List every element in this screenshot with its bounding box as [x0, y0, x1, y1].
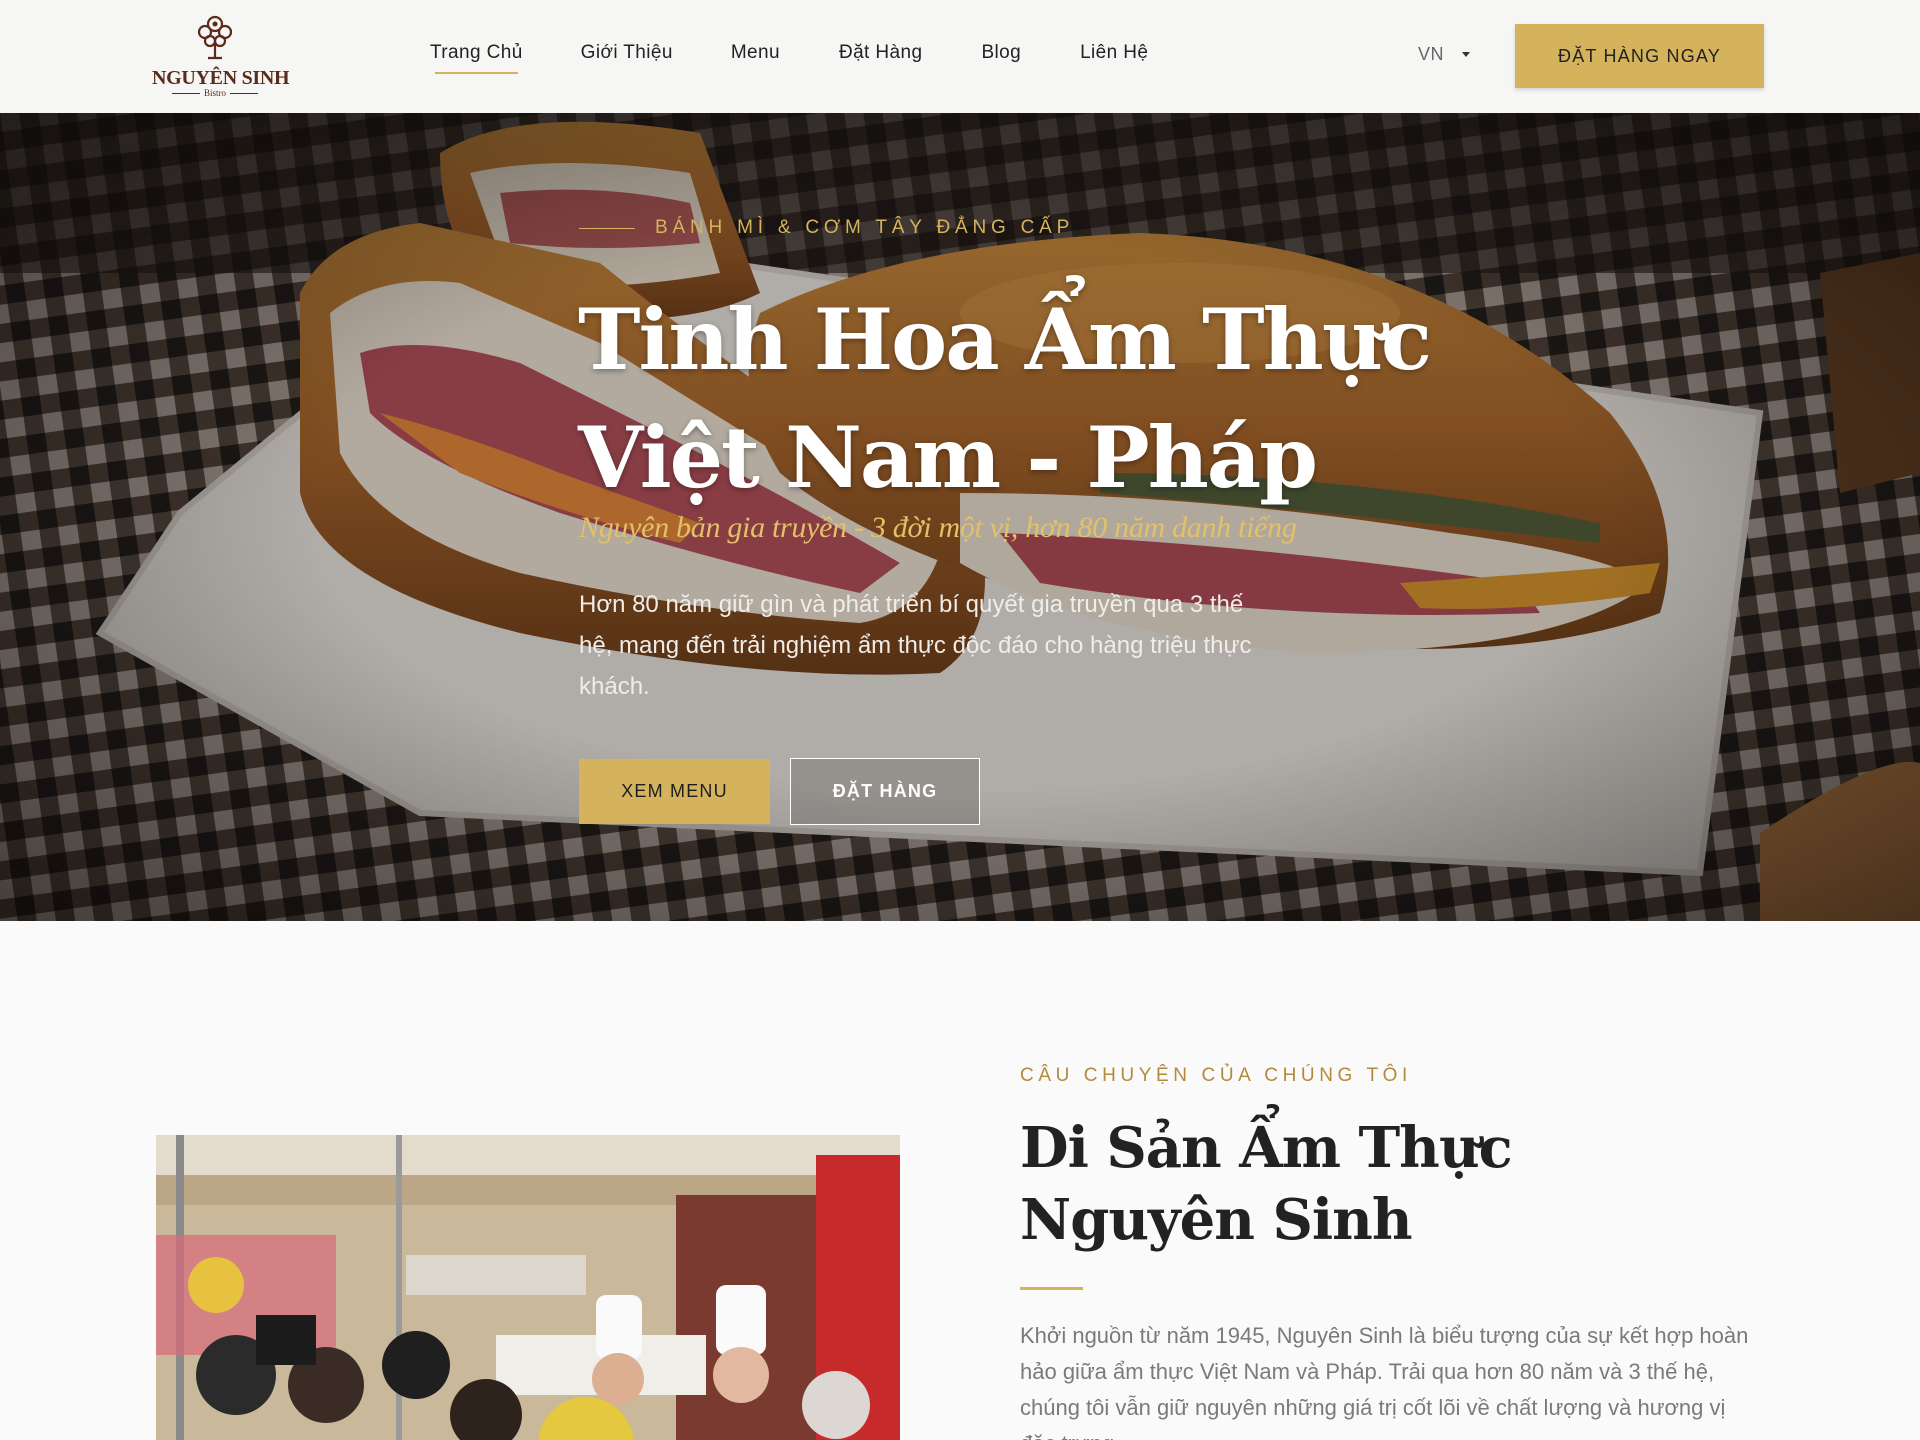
nav-item-blog[interactable]: Blog: [981, 42, 1021, 74]
about-photo: [156, 1135, 900, 1440]
about-divider: [1020, 1287, 1083, 1290]
hero-title: Tinh Hoa Ẩm Thực Việt Nam - Pháp: [578, 281, 1478, 517]
hero-title-line1: Tinh Hoa Ẩm Thực: [578, 290, 1432, 389]
restaurant-crowd-image: [156, 1135, 900, 1440]
tree-logo-icon: [197, 15, 233, 60]
brand-name: NGUYÊN SINH: [152, 67, 290, 89]
caret-down-icon: [1462, 52, 1471, 57]
about-description: Khởi nguồn từ năm 1945, Nguyên Sinh là b…: [1020, 1323, 1749, 1440]
hero-eyebrow-text: BÁNH MÌ & CƠM TÂY ĐẲNG CẤP: [655, 217, 1075, 238]
order-now-button[interactable]: ĐẶT HÀNG NGAY: [1515, 24, 1764, 88]
nav-item-home[interactable]: Trang Chủ: [430, 42, 523, 74]
nav-item-menu[interactable]: Menu: [731, 42, 780, 74]
main-nav: Trang Chủ Giới Thiệu Menu Đặt Hàng Blog …: [430, 42, 1148, 74]
nav-item-about[interactable]: Giới Thiệu: [581, 42, 673, 74]
hero-tagline: Nguyên bản gia truyền - 3 đời một vị, hơ…: [579, 511, 1297, 544]
hero-description: Hơn 80 năm giữ gìn và phát triển bí quyế…: [579, 591, 1252, 700]
brand-subtitle: Bistro: [152, 88, 278, 98]
about-eyebrow: CÂU CHUYỆN CỦA CHÚNG TÔI: [1020, 1065, 1412, 1086]
view-menu-button[interactable]: XEM MENU: [579, 759, 770, 824]
language-label: VN: [1418, 44, 1445, 64]
brand-logo[interactable]: NGUYÊN SINH Bistro: [152, 12, 290, 100]
about-title: Di Sản Ẩm Thực Nguyên Sinh: [1020, 1115, 1513, 1253]
eyebrow-rule: [579, 227, 635, 229]
nav-item-order[interactable]: Đặt Hàng: [839, 42, 922, 74]
hero-title-line2: Việt Nam - Pháp: [578, 408, 1318, 507]
nav-item-contact[interactable]: Liên Hệ: [1080, 42, 1148, 74]
language-selector[interactable]: VN: [1418, 44, 1471, 65]
hero-eyebrow: BÁNH MÌ & CƠM TÂY ĐẲNG CẤP: [579, 217, 1074, 239]
site-header: NGUYÊN SINH Bistro Trang Chủ Giới Thiệu …: [0, 0, 1920, 113]
order-button[interactable]: ĐẶT HÀNG: [790, 758, 980, 825]
hero-section: BÁNH MÌ & CƠM TÂY ĐẲNG CẤP Tinh Hoa Ẩm T…: [0, 113, 1920, 921]
